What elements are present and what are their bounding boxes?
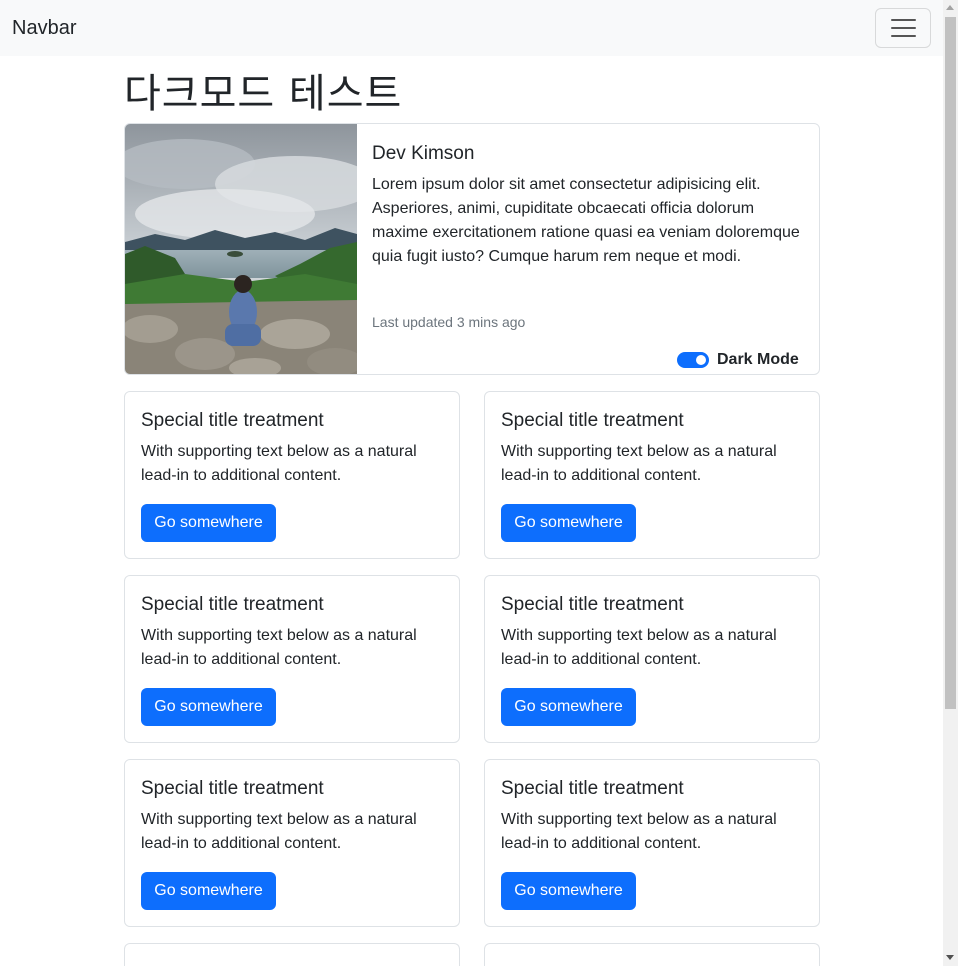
card-title: Special title treatment bbox=[141, 594, 324, 615]
feature-card: Special title treatment With supporting … bbox=[484, 575, 820, 743]
card-text: With supporting text below as a natural … bbox=[141, 811, 417, 852]
card-title: Special title treatment bbox=[141, 778, 324, 799]
feature-card: Special title treatment With supporting … bbox=[484, 759, 820, 927]
dark-mode-switch[interactable] bbox=[677, 352, 709, 368]
last-updated-text: Last updated 3 mins ago bbox=[372, 314, 526, 330]
profile-photo bbox=[125, 124, 357, 374]
go-somewhere-button[interactable]: Go somewhere bbox=[501, 872, 636, 910]
card-text: With supporting text below as a natural … bbox=[141, 443, 417, 484]
scrollbar-thumb[interactable] bbox=[945, 17, 956, 709]
scroll-up-arrow-icon[interactable] bbox=[946, 5, 954, 10]
go-somewhere-button[interactable]: Go somewhere bbox=[501, 688, 636, 726]
profile-card: Dev Kimson Lorem ipsum dolor sit amet co… bbox=[124, 123, 820, 375]
card-title: Special title treatment bbox=[141, 410, 324, 431]
card-title: Special title treatment bbox=[501, 778, 684, 799]
vertical-scrollbar[interactable] bbox=[943, 0, 958, 966]
navbar-brand[interactable]: Navbar bbox=[12, 16, 76, 40]
switch-knob bbox=[696, 355, 706, 365]
go-somewhere-button[interactable]: Go somewhere bbox=[141, 504, 276, 542]
page-title: 다크모드 테스트 bbox=[124, 71, 403, 117]
feature-card: Special title treatment With supporting … bbox=[124, 759, 460, 927]
page-viewport: Navbar 다크모드 테스트 Dev Kimson Lorem ipsum d… bbox=[0, 0, 958, 966]
card-title: Special title treatment bbox=[501, 594, 684, 615]
feature-card: Special title treatment With supporting … bbox=[124, 575, 460, 743]
card-title: Special title treatment bbox=[501, 410, 684, 431]
go-somewhere-button[interactable]: Go somewhere bbox=[141, 688, 276, 726]
go-somewhere-button[interactable]: Go somewhere bbox=[141, 872, 276, 910]
feature-card-partial bbox=[124, 943, 460, 966]
go-somewhere-button[interactable]: Go somewhere bbox=[501, 504, 636, 542]
profile-name: Dev Kimson bbox=[372, 143, 475, 164]
navbar: Navbar bbox=[0, 0, 943, 56]
feature-card: Special title treatment With supporting … bbox=[124, 391, 460, 559]
navbar-toggler-button[interactable] bbox=[875, 8, 931, 48]
card-text: With supporting text below as a natural … bbox=[501, 627, 777, 668]
profile-text: Lorem ipsum dolor sit amet consectetur a… bbox=[372, 176, 800, 265]
feature-card: Special title treatment With supporting … bbox=[484, 391, 820, 559]
feature-card-partial bbox=[484, 943, 820, 966]
card-text: With supporting text below as a natural … bbox=[501, 443, 777, 484]
scroll-down-arrow-icon[interactable] bbox=[946, 955, 954, 960]
card-text: With supporting text below as a natural … bbox=[501, 811, 777, 852]
dark-mode-toggle-group: Dark Mode bbox=[677, 350, 799, 370]
card-text: With supporting text below as a natural … bbox=[141, 627, 417, 668]
dark-mode-label[interactable]: Dark Mode bbox=[717, 351, 799, 369]
